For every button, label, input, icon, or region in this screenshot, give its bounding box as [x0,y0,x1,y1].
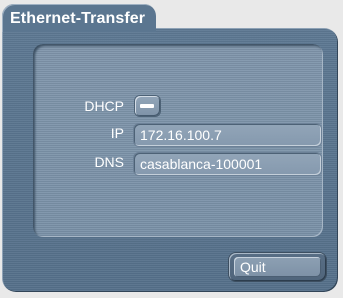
dhcp-toggle-button[interactable] [135,96,160,116]
ethernet-transfer-dialog: Ethernet-Transfer DHCP IP 172.16.100.7 D… [0,0,343,298]
dns-name-field[interactable]: casablanca-100001 [134,153,321,175]
window-title: Ethernet-Transfer [10,10,146,27]
dhcp-label: DHCP [84,98,124,114]
quit-button-face: Quit [234,257,321,277]
window-tab: Ethernet-Transfer [2,4,156,32]
dns-label: DNS [94,154,124,170]
ip-address-field[interactable]: 172.16.100.7 [134,124,321,146]
quit-button[interactable]: Quit [229,253,326,281]
minus-icon [140,104,154,108]
ip-label: IP [110,125,124,141]
quit-label: Quit [240,259,266,275]
